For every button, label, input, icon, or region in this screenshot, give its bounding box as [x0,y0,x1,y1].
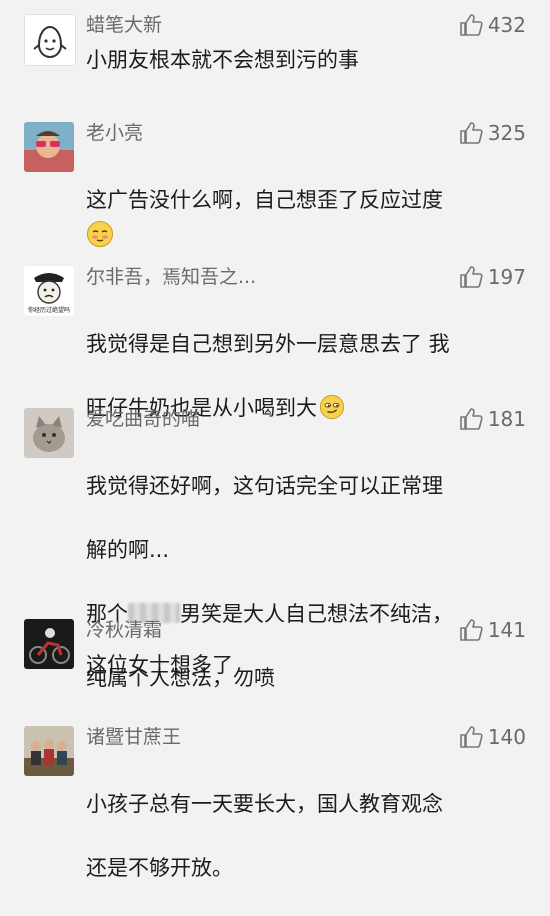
thumbs-up-icon [460,619,483,641]
like-count: 140 [487,725,526,749]
thumbs-up-icon [460,266,483,288]
profile-photo-icon [24,122,74,172]
motorcycle-photo-icon [24,619,74,669]
comment-text: 这位女士想多了 [86,653,233,677]
like-count: 141 [487,618,526,642]
like-count: 197 [487,265,526,289]
comment-text: 这广告没什么啊，自己想歪了反应过度 [86,152,526,280]
like-button[interactable]: 140 [458,722,526,752]
comment-text-line: 小孩子总有一天要长大，国人教育观念 [86,792,443,816]
thumbs-up-icon [460,122,483,144]
avatar[interactable] [24,14,76,66]
avatar[interactable] [24,726,74,776]
comment-text: 小朋友根本就不会想到污的事 [86,48,359,72]
comment-author[interactable]: 尔非吾，焉知吾之... [86,264,256,290]
comment-author[interactable]: 冷秋清霜 [86,617,162,643]
avatar[interactable] [24,619,74,669]
group-photo-icon [24,726,74,776]
cartoon-face-icon [25,15,75,65]
blushing-emoji-icon [87,221,113,247]
comment-text: 小孩子总有一天要长大，国人教育观念 还是不够开放。 [86,756,526,916]
like-button[interactable]: 141 [458,615,526,645]
thumbs-up-icon [460,408,483,430]
comment-text-line: 这广告没什么啊，自己想歪了反应过度 [86,188,443,212]
comment-text-line: 解的啊... [86,538,170,562]
avatar[interactable] [24,122,74,172]
comment-text-line: 我觉得还好啊，这句话完全可以正常理 [86,474,443,498]
cat-photo-icon [24,408,74,458]
comment-author[interactable]: 老小亮 [86,120,143,146]
comment-author[interactable]: 诸暨甘蔗王 [86,724,181,750]
thumbs-up-icon [460,14,483,36]
like-count: 181 [487,407,526,431]
comment-author[interactable]: 爱吃曲奇的喵 [86,406,200,432]
comment-text: 我觉得还好啊，这句话完全可以正常理 解的啊... 那个 男笑是大人自己想法不纯洁，… [86,438,526,726]
like-count: 325 [487,121,526,145]
comment-text-line: 还是不够开放。 [86,856,233,880]
like-button[interactable]: 197 [458,262,526,292]
avatar[interactable]: 你经历过绝望吗 [24,266,74,316]
comment-author[interactable]: 蜡笔大新 [86,12,162,38]
avatar-caption: 你经历过绝望吗 [27,307,70,314]
like-button[interactable]: 325 [458,118,526,148]
comment-text-line: 我觉得是自己想到另外一层意思去了 我 [86,332,450,356]
smirking-emoji-icon [319,394,345,420]
like-button[interactable]: 181 [458,404,526,434]
like-button[interactable]: 432 [458,10,526,40]
thumbs-up-icon [460,726,483,748]
like-count: 432 [487,13,526,37]
avatar[interactable] [24,408,74,458]
comment-text-segment: 男笑是大人自己想法不纯洁， [180,602,453,626]
